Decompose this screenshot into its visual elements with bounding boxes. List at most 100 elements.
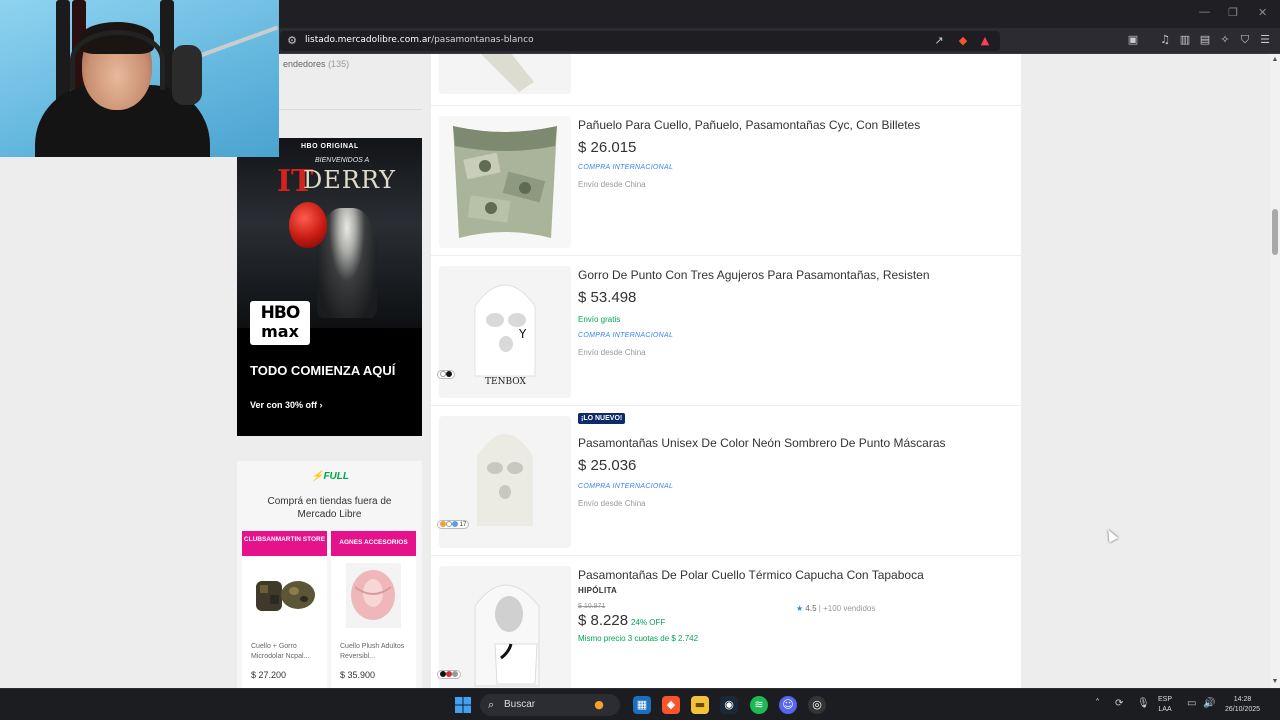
color-swatches[interactable]: 17 xyxy=(437,520,470,529)
scroll-down-arrow[interactable]: ▼ xyxy=(1271,678,1279,685)
lightning-icon: ⚡ xyxy=(311,471,324,482)
product-price: $ 53.498 xyxy=(578,289,637,306)
store-product-name: Cuello + Gorro Microdolar Ncpal... xyxy=(251,643,310,660)
product-image: Y TENBOX xyxy=(439,266,571,398)
result-item[interactable]: 17 ¡LO NUEVO! Pasamontañas Unisex De Col… xyxy=(431,406,1021,556)
hbo-max-ad[interactable]: HBO ORIGINAL BIENVENIDOS A IT DERRY HBO … xyxy=(237,138,422,436)
product-image xyxy=(439,116,571,248)
search-label: Buscar xyxy=(504,699,536,710)
steam-icon[interactable]: ◉ xyxy=(720,696,738,714)
network-icon[interactable]: ▭ xyxy=(1187,698,1196,709)
brave-rewards-icon[interactable]: ▲ xyxy=(978,34,992,48)
star-icon: ★ xyxy=(796,604,804,613)
product-title[interactable]: Gorro De Punto Con Tres Agujeros Para Pa… xyxy=(578,268,930,282)
sidebar-icon[interactable]: ▥ xyxy=(1178,33,1192,47)
store-product-image xyxy=(341,563,406,628)
international-label: COMPRA INTERNACIONAL xyxy=(578,164,674,171)
url-text: listado.mercadolibre.com.ar/pasamontanas… xyxy=(305,35,534,45)
product-price: $ 25.036 xyxy=(578,457,637,474)
webcam-overlay xyxy=(0,0,279,157)
store-card[interactable]: CLUBSANMARTIN STORE Cuello + Gorro Micro… xyxy=(242,531,327,688)
free-shipping: Envío gratis xyxy=(578,315,621,324)
volume-icon[interactable]: 🔊 xyxy=(1203,698,1215,709)
store-product-price: $ 35.900 xyxy=(340,670,376,680)
product-title[interactable]: Pañuelo Para Cuello, Pañuelo, Pasamontañ… xyxy=(578,118,920,132)
store-name: AGNES ACCESORIOS xyxy=(331,531,416,556)
scroll-up-arrow[interactable]: ▲ xyxy=(1271,56,1279,63)
international-label: COMPRA INTERNACIONAL xyxy=(578,483,674,490)
results-list: Pañuelo Para Cuello, Pañuelo, Pasamontañ… xyxy=(431,54,1021,688)
app-photos-icon[interactable]: ▦ xyxy=(633,696,651,714)
ad-headline: TODO COMIENZA AQUÍ xyxy=(250,363,396,378)
chevron-right-icon: › xyxy=(319,400,323,410)
microphone xyxy=(172,45,202,105)
ad-title: DERRY xyxy=(303,166,397,194)
share-icon[interactable]: ↗ xyxy=(932,34,946,48)
shipping-origin: Envío desde China xyxy=(578,499,646,508)
filter-sellers-link[interactable]: endedores (135) xyxy=(283,59,349,69)
ad-brand-top: HBO ORIGINAL xyxy=(301,143,359,150)
color-swatches[interactable] xyxy=(437,670,461,679)
close-button[interactable]: ✕ xyxy=(1258,6,1267,19)
address-bar[interactable]: ⚙ listado.mercadolibre.com.ar/pasamontan… xyxy=(280,31,1000,51)
store-name: CLUBSANMARTIN STORE xyxy=(242,531,327,556)
ad-subtitle: BIENVENIDOS A xyxy=(315,157,370,164)
taskbar-search[interactable]: ⌕ Buscar ● xyxy=(480,694,620,716)
microphone-icon[interactable]: 🎙 xyxy=(1137,698,1150,709)
vpn-icon[interactable]: ⛉ xyxy=(1238,33,1252,47)
product-price: $ 26.015 xyxy=(578,139,637,156)
international-label: COMPRA INTERNACIONAL xyxy=(578,332,674,339)
store-product-price: $ 27.200 xyxy=(251,670,287,680)
mouse-cursor xyxy=(1103,527,1119,543)
svg-text:Y: Y xyxy=(518,327,527,341)
product-title[interactable]: Pasamontañas Unisex De Color Neón Sombre… xyxy=(578,436,946,450)
red-balloon xyxy=(289,202,327,248)
start-button[interactable] xyxy=(455,697,471,713)
result-item[interactable] xyxy=(431,54,1021,106)
search-highlight-icon: ● xyxy=(594,698,604,711)
leo-ai-icon[interactable]: ✧ xyxy=(1218,33,1232,47)
full-card-text: Comprá en tiendas fuera de Mercado Libre xyxy=(267,496,392,520)
tab-search-icon[interactable]: ▣ xyxy=(1126,33,1140,47)
ad-cta-link[interactable]: Ver con 30% off › xyxy=(250,400,323,410)
page-scrollbar[interactable]: ▲ ▼ xyxy=(1270,54,1280,688)
svg-text:TENBOX: TENBOX xyxy=(485,377,526,387)
brave-shields-icon[interactable]: ◆ xyxy=(956,34,970,48)
store-product-image xyxy=(252,563,317,628)
brave-browser-icon[interactable]: ◆ xyxy=(662,696,680,714)
language-indicator[interactable]: ESP LAA xyxy=(1158,695,1172,715)
discount-label: 24% OFF xyxy=(631,618,666,627)
site-settings-icon[interactable]: ⚙ xyxy=(285,34,299,48)
product-brand: HIPÓLITA xyxy=(578,586,618,595)
spotify-icon[interactable]: ≋ xyxy=(750,696,768,714)
store-card[interactable]: AGNES ACCESORIOS Cuello Plush Adultos Re… xyxy=(331,531,416,688)
old-price: $ 10.971 xyxy=(578,603,606,610)
obs-icon[interactable]: ◎ xyxy=(808,696,826,714)
product-image xyxy=(439,54,571,94)
product-title[interactable]: Pasamontañas De Polar Cuello Térmico Cap… xyxy=(578,568,924,582)
clock[interactable]: 14:28 26/10/2025 xyxy=(1225,695,1260,715)
headset xyxy=(70,30,165,90)
maximize-button[interactable]: ❐ xyxy=(1228,6,1238,19)
ad-artwork: HBO ORIGINAL BIENVENIDOS A IT DERRY xyxy=(237,138,422,328)
product-rating: ★ 4.5 | +100 vendidos xyxy=(796,604,876,613)
tray-overflow-icon[interactable]: ˄ xyxy=(1095,698,1100,709)
result-item[interactable]: Pasamontañas De Polar Cuello Térmico Cap… xyxy=(431,556,1021,688)
new-badge: ¡LO NUEVO! xyxy=(578,413,626,424)
discord-icon[interactable]: ☺ xyxy=(779,696,797,714)
media-icon[interactable]: ♫ xyxy=(1158,33,1172,47)
windows-taskbar: ⌕ Buscar ● ▦ ◆ ▬ ◉ ≋ ☺ ◎ ˄ ⟳ 🎙 ESP LAA ▭… xyxy=(0,688,1280,720)
search-icon: ⌕ xyxy=(488,698,495,711)
result-item[interactable]: Y TENBOX Gorro De Punto Con Tres Agujero… xyxy=(431,256,1021,406)
store-product-name: Cuello Plush Adultos Reversibl... xyxy=(340,643,405,660)
installments-info: Mismo precio 3 cuotas de $ 2.742 xyxy=(578,634,699,643)
file-explorer-icon[interactable]: ▬ xyxy=(691,696,709,714)
sync-icon[interactable]: ⟳ xyxy=(1115,698,1123,709)
wallet-icon[interactable]: ▤ xyxy=(1198,33,1212,47)
menu-icon[interactable]: ☰ xyxy=(1258,33,1272,47)
scroll-thumb[interactable] xyxy=(1272,209,1278,255)
windows-icon xyxy=(455,697,471,713)
minimize-button[interactable]: — xyxy=(1199,6,1210,18)
color-swatches[interactable] xyxy=(437,370,455,379)
result-item[interactable]: Pañuelo Para Cuello, Pañuelo, Pasamontañ… xyxy=(431,106,1021,256)
